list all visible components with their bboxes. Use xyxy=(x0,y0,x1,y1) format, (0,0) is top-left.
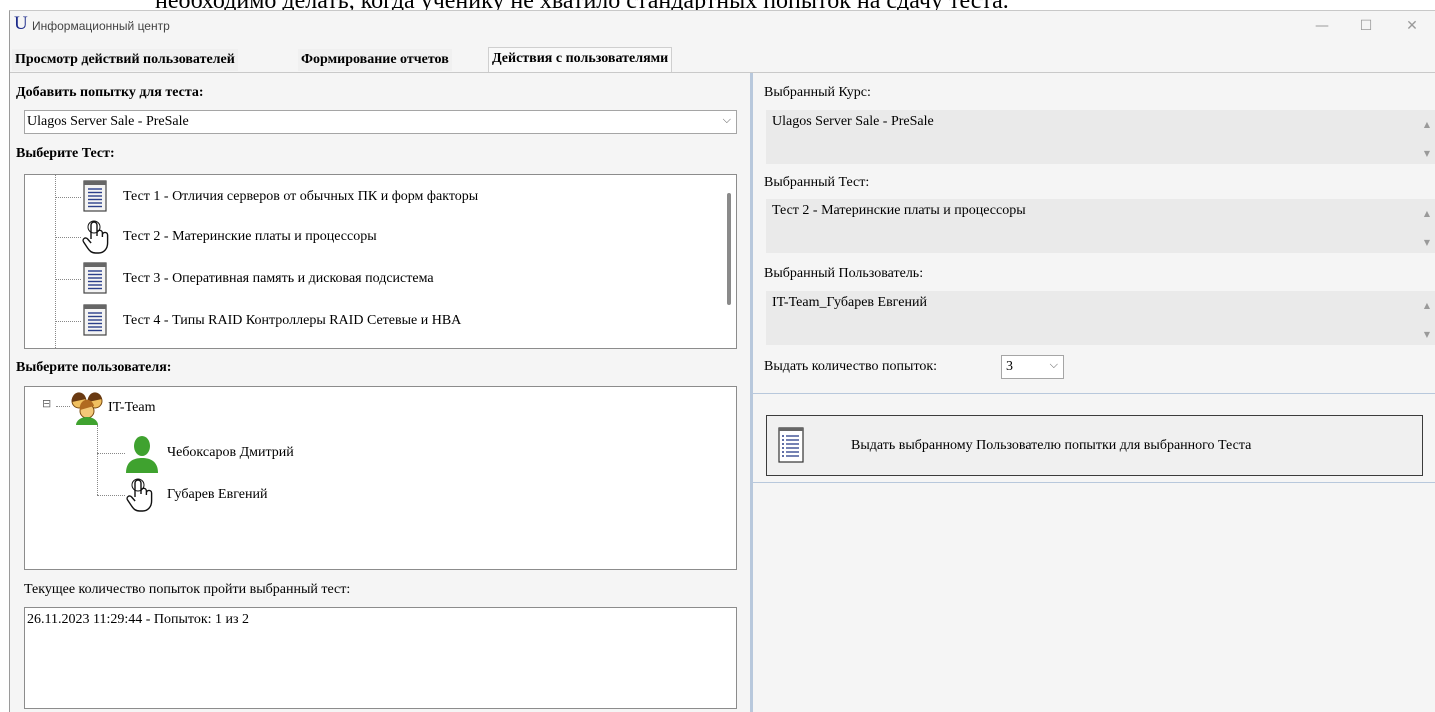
current-attempts-label: Текущее количество попыток пройти выбран… xyxy=(24,582,351,597)
minimize-button[interactable]: — xyxy=(1304,15,1340,37)
main-window: U Информационный центр — ☐ ✕ Просмотр де… xyxy=(9,10,1435,712)
select-test-label: Выберите Тест: xyxy=(16,146,115,161)
user-icon xyxy=(126,436,158,473)
selected-user-label: Выбранный Пользователь: xyxy=(764,266,924,281)
selected-user-value: IT-Team_Губарев Евгений xyxy=(772,295,927,310)
scroll-up-icon[interactable]: ▲ xyxy=(1424,120,1430,129)
selected-course-value: Ulagos Server Sale - PreSale xyxy=(772,114,934,129)
attempts-count-value: 3 xyxy=(1006,359,1013,374)
user-tree-item[interactable]: Чебоксаров Дмитрий xyxy=(97,433,697,473)
test-tree-item[interactable]: Тест 3 - Оперативная память и дисковая п… xyxy=(25,259,725,299)
tree-connector xyxy=(97,495,125,496)
document-list-icon xyxy=(83,304,107,336)
attempts-log[interactable]: 26.11.2023 11:29:44 - Попыток: 1 из 2 xyxy=(24,607,737,709)
test-tree-scrollbar[interactable] xyxy=(724,183,734,345)
selected-course-label: Выбранный Курс: xyxy=(764,85,871,100)
test-tree-item[interactable]: Тест 4 - Типы RAID Контроллеры RAID Сете… xyxy=(25,301,725,341)
right-panel: Выбранный Курс: Ulagos Server Sale - Pre… xyxy=(753,73,1435,712)
tree-connector xyxy=(55,237,81,238)
title-bar: U Информационный центр — ☐ ✕ xyxy=(10,11,1435,41)
scroll-down-icon[interactable]: ▼ xyxy=(1424,149,1430,158)
selected-test-value: Тест 2 - Материнские платы и процессоры xyxy=(772,203,1026,218)
window-title: Информационный центр xyxy=(32,19,170,33)
scroll-up-icon[interactable]: ▲ xyxy=(1424,301,1430,310)
user-tree-item-label: Губарев Евгений xyxy=(167,487,268,502)
tab-reports[interactable]: Формирование отчетов xyxy=(298,49,452,71)
test-tree-item-label: Тест 1 - Отличия серверов от обычных ПК … xyxy=(123,189,479,204)
test-tree-item[interactable]: Тест 1 - Отличия серверов от обычных ПК … xyxy=(25,177,725,217)
selected-course-field[interactable]: Ulagos Server Sale - PreSale ▲ ▼ xyxy=(766,110,1435,164)
selected-test-field[interactable]: Тест 2 - Материнские платы и процессоры … xyxy=(766,199,1435,253)
course-select[interactable]: Ulagos Server Sale - PreSale ⌵ xyxy=(24,110,737,134)
separator xyxy=(753,393,1435,394)
separator xyxy=(753,482,1435,483)
issue-attempts-button[interactable]: Выдать выбранному Пользователю попытки д… xyxy=(766,415,1423,476)
scroll-down-icon[interactable]: ▼ xyxy=(1424,330,1430,339)
issue-attempts-button-label: Выдать выбранному Пользователю попытки д… xyxy=(851,438,1252,453)
scroll-down-icon[interactable]: ▼ xyxy=(1424,238,1430,247)
test-tree-item[interactable]: Тест 2 - Материнские платы и процессоры xyxy=(25,217,725,257)
tree-connector xyxy=(55,197,81,198)
maximize-button[interactable]: ☐ xyxy=(1348,15,1384,37)
test-tree-item-label: Тест 4 - Типы RAID Контроллеры RAID Сете… xyxy=(123,313,462,328)
user-tree[interactable]: ⊟ IT-Team Чебоксаров Дмитрий Губарев Евг… xyxy=(24,386,737,570)
tree-connector xyxy=(55,321,81,322)
chevron-down-icon[interactable]: ⌵ xyxy=(723,113,731,127)
collapse-icon[interactable]: ⊟ xyxy=(42,397,51,410)
left-panel: Добавить попытку для теста: Ulagos Serve… xyxy=(10,73,750,712)
tab-strip: Просмотр действий пользователей Формиров… xyxy=(10,47,1435,73)
scroll-up-icon[interactable]: ▲ xyxy=(1424,209,1430,218)
document-list-icon xyxy=(83,180,107,212)
chevron-down-icon[interactable]: ⌵ xyxy=(1050,358,1058,372)
user-tree-item[interactable]: Губарев Евгений xyxy=(97,475,697,515)
tree-connector xyxy=(55,279,81,280)
tab-view-user-actions[interactable]: Просмотр действий пользователей xyxy=(12,49,238,71)
selected-user-field[interactable]: IT-Team_Губарев Евгений ▲ ▼ xyxy=(766,291,1435,345)
test-tree-item-label: Тест 2 - Материнские платы и процессоры xyxy=(123,229,377,244)
course-select-value: Ulagos Server Sale - PreSale xyxy=(27,114,189,129)
test-tree[interactable]: Тест 1 - Отличия серверов от обычных ПК … xyxy=(24,174,737,349)
hand-pointer-icon xyxy=(126,478,153,512)
select-user-label: Выберите пользователя: xyxy=(16,360,172,375)
tree-connector xyxy=(97,453,125,454)
add-attempt-label: Добавить попытку для теста: xyxy=(16,85,204,100)
attempts-count-select[interactable]: 3 ⌵ xyxy=(1001,355,1064,379)
document-list-icon xyxy=(83,262,107,294)
hand-pointer-icon xyxy=(82,220,109,254)
attempts-log-text: 26.11.2023 11:29:44 - Попыток: 1 из 2 xyxy=(27,612,250,627)
tab-user-actions[interactable]: Действия с пользователями xyxy=(488,47,673,73)
scrollbar-thumb[interactable] xyxy=(727,193,731,305)
attempts-count-label: Выдать количество попыток: xyxy=(764,359,938,374)
user-group-label[interactable]: IT-Team xyxy=(108,400,155,416)
user-group-icon xyxy=(71,392,103,425)
document-list-icon xyxy=(778,427,804,463)
test-tree-item-label: Тест 3 - Оперативная память и дисковая п… xyxy=(123,271,434,286)
user-tree-item-label: Чебоксаров Дмитрий xyxy=(167,445,294,460)
app-icon: U xyxy=(14,13,28,34)
close-button[interactable]: ✕ xyxy=(1394,15,1430,37)
selected-test-label: Выбранный Тест: xyxy=(764,175,870,190)
